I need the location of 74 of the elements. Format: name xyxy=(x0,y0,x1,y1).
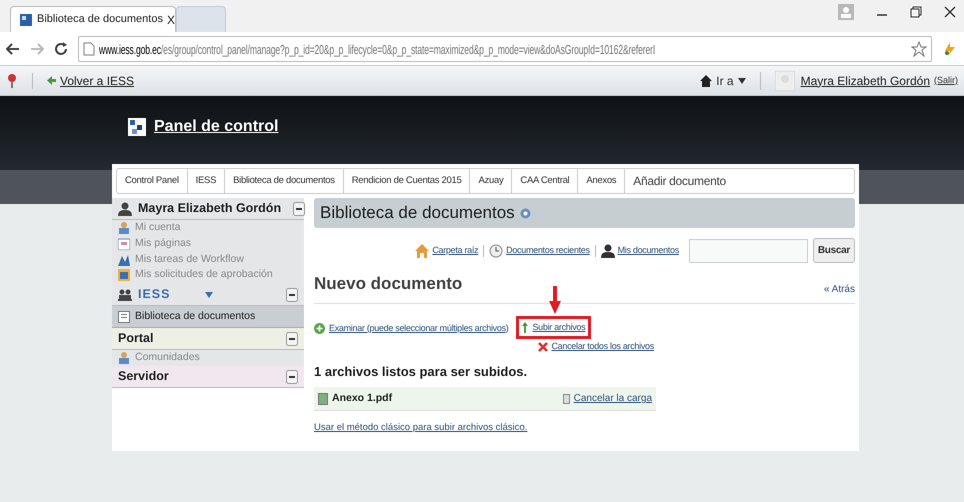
star-icon[interactable] xyxy=(911,40,927,56)
section-title: IESS xyxy=(138,286,172,304)
cancel-upload-link[interactable]: Cancelar la carga xyxy=(562,391,652,406)
breadcrumb-link[interactable]: Rendicion de Cuentas 2015 xyxy=(344,169,470,193)
go-to-menu[interactable]: Ir a xyxy=(700,72,746,90)
cancel-all-link[interactable]: Cancelar todos los archivos xyxy=(538,340,654,354)
person-icon xyxy=(118,202,132,216)
upload-link[interactable]: Subir archivos xyxy=(522,320,586,334)
breadcrumb-link[interactable]: Control Panel xyxy=(117,169,188,193)
sidebar-item[interactable]: Biblioteca de documentos xyxy=(112,306,304,328)
caret-icon xyxy=(205,292,213,298)
home-icon xyxy=(415,244,430,258)
breadcrumb-link[interactable]: Biblioteca de documentos xyxy=(225,169,344,193)
collapse-icon[interactable] xyxy=(286,288,298,302)
nav-link[interactable]: Documentos recientes xyxy=(489,244,590,258)
back-icon[interactable] xyxy=(6,42,20,56)
sidebar-section-header[interactable]: Portal xyxy=(112,328,304,350)
pin-icon xyxy=(6,72,18,88)
tab-close-button[interactable]: X xyxy=(166,10,175,28)
back-link[interactable]: Volver a IESS xyxy=(47,72,134,90)
browser-tab[interactable]: Biblioteca de documentos X xyxy=(10,6,176,32)
sidebar-section-header[interactable]: Mayra Elizabeth Gordón xyxy=(112,198,304,220)
extension-icon[interactable] xyxy=(942,40,958,56)
add-icon xyxy=(314,322,325,334)
document-icon xyxy=(118,310,130,322)
ready-message: 1 archivos listos para ser subidos. xyxy=(314,362,528,381)
section-title: Servidor xyxy=(118,368,170,386)
panel-logo-icon xyxy=(128,118,146,136)
collapse-icon[interactable] xyxy=(286,332,298,346)
help-icon[interactable] xyxy=(520,208,531,218)
arrow-left-icon xyxy=(47,76,56,85)
caret-icon xyxy=(738,78,746,84)
file-icon xyxy=(318,392,328,404)
tab-title: Biblioteca de documentos xyxy=(37,12,163,28)
breadcrumb-link[interactable]: IESS xyxy=(188,169,226,193)
avatar-icon xyxy=(774,70,795,90)
collapse-icon[interactable] xyxy=(286,370,298,384)
close-icon[interactable] xyxy=(944,6,956,18)
user-link[interactable]: Mayra Elizabeth Gordón xyxy=(800,72,930,90)
back-link[interactable]: « Atrás xyxy=(824,282,855,296)
cross-icon xyxy=(538,342,548,352)
sidebar-section-header[interactable]: IESS xyxy=(112,284,304,306)
breadcrumb-link[interactable]: Anexos xyxy=(578,169,626,193)
people-icon xyxy=(118,288,132,300)
clock-icon xyxy=(489,244,504,258)
collapse-icon[interactable] xyxy=(293,202,306,216)
section-title: Mayra Elizabeth Gordón xyxy=(138,200,282,218)
panel-title-link[interactable]: Panel de control xyxy=(154,115,278,139)
sidebar-section-header[interactable]: Servidor xyxy=(112,366,304,388)
classic-upload-link[interactable]: Usar el método clásico para subir archivos clásico. xyxy=(314,421,528,436)
section-title: Portal xyxy=(118,330,154,348)
annotation-arrow xyxy=(549,286,562,314)
group-icon xyxy=(118,352,130,364)
sign-out-link[interactable]: (Salir) xyxy=(934,74,958,88)
search-button[interactable]: Buscar xyxy=(812,238,855,263)
search-field[interactable] xyxy=(688,238,808,262)
nav-link[interactable]: Carpeta raíz xyxy=(415,244,478,258)
home-icon xyxy=(700,74,712,86)
up-arrow-icon xyxy=(522,322,528,333)
user-icon xyxy=(600,244,615,258)
url-text: www.iess.gob.ec/es/group/control_panel/manage?p_p_id=20&p_p_lifecycle=0&p_p_state=maximized&p_p_mode=view&doAsGroupId=10162&refererI xyxy=(99,40,656,59)
trash-icon xyxy=(562,393,570,404)
reload-icon[interactable] xyxy=(54,42,68,56)
browse-link[interactable]: Examinar (puede seleccionar múltiples archivos) xyxy=(314,322,508,335)
restore-icon[interactable] xyxy=(910,6,922,18)
breadcrumb-link[interactable]: Azuay xyxy=(470,169,512,193)
file-name: Anexo 1.pdf xyxy=(332,390,394,406)
section-heading: Nuevo documento xyxy=(314,273,462,295)
nav-link[interactable]: Mis documentos xyxy=(600,244,679,258)
address-bar[interactable]: www.iess.gob.ec/es/group/control_panel/manage?p_p_id=20&p_p_lifecycle=0&p_p_state=maximized&p_p_mode=view&doAsGroupId=10162&refererI xyxy=(78,36,932,62)
portlet-title: Biblioteca de documentos xyxy=(320,202,515,224)
breadcrumb-link[interactable]: CAA Central xyxy=(512,169,578,193)
profile-icon xyxy=(838,4,854,20)
breadcrumb-current: Añadir documento xyxy=(632,173,726,190)
